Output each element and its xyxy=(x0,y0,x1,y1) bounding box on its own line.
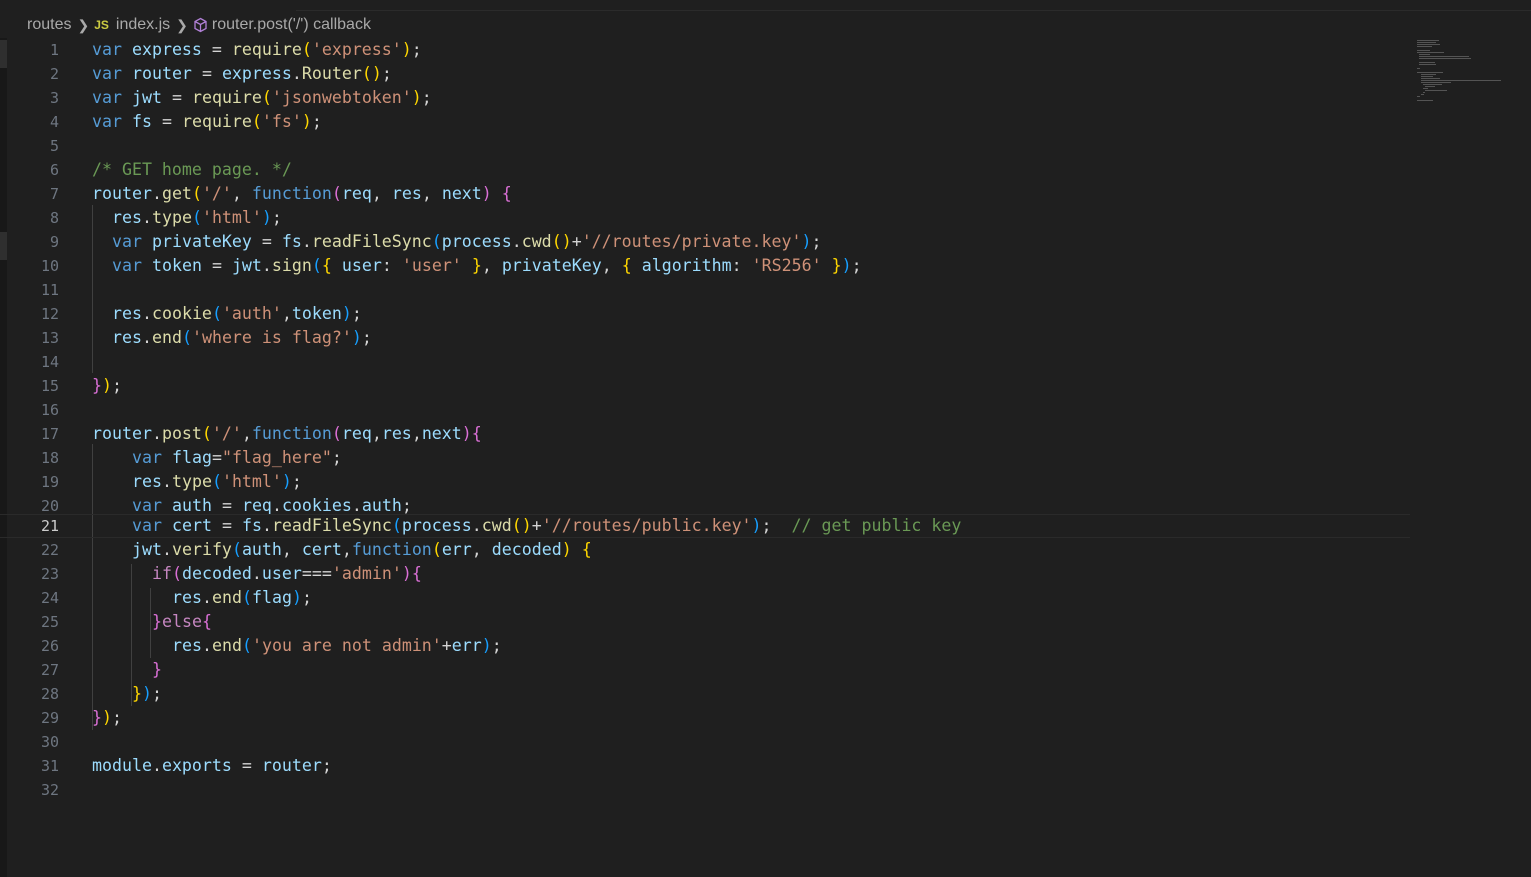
code-line[interactable]: 17 router.post('/',function(req,res,next)… xyxy=(0,422,1410,446)
code-text: var token = jwt.sign({ user: 'user' }, p… xyxy=(112,256,862,275)
code-line[interactable]: 8 res.type('html'); xyxy=(0,206,1410,230)
code-text: jwt.verify(auth, cert,function(err, deco… xyxy=(132,540,592,559)
breadcrumb: routes ❯ JS index.js ❯ router.post('/') … xyxy=(0,13,1410,37)
line-number: 10 xyxy=(40,257,59,275)
code-line[interactable]: 25 }else{ xyxy=(0,610,1410,634)
code-line[interactable]: 3 var jwt = require('jsonwebtoken'); xyxy=(0,86,1410,110)
code-text: res.type('html'); xyxy=(132,472,302,491)
breadcrumb-file[interactable]: index.js xyxy=(116,16,170,34)
code-line[interactable]: 7 router.get('/', function(req, res, next… xyxy=(0,182,1410,206)
code-text: var privateKey = fs.readFileSync(process… xyxy=(112,232,822,251)
minimap[interactable] xyxy=(1415,38,1515,118)
code-line[interactable]: 14 xyxy=(0,350,1410,374)
line-number: 21 xyxy=(40,517,59,535)
breadcrumb-symbol[interactable]: router.post('/') callback xyxy=(212,16,371,34)
code-text: res.cookie('auth',token); xyxy=(112,304,362,323)
code-text: res.end('you are not admin'+err); xyxy=(172,636,502,655)
code-line[interactable]: 9 var privateKey = fs.readFileSync(proce… xyxy=(0,230,1410,254)
code-line[interactable]: 4 var fs = require('fs'); xyxy=(0,110,1410,134)
code-text: var jwt = require('jsonwebtoken'); xyxy=(92,88,432,107)
code-text: var flag="flag_here"; xyxy=(132,448,342,467)
line-number: 23 xyxy=(40,565,59,583)
line-number: 19 xyxy=(40,473,59,491)
code-text: var router = express.Router(); xyxy=(92,64,392,83)
line-number: 15 xyxy=(40,377,59,395)
line-number: 8 xyxy=(49,209,59,227)
code-line[interactable]: 31 module.exports = router; xyxy=(0,754,1410,778)
code-text: res.end('where is flag?'); xyxy=(112,328,372,347)
code-line[interactable]: 11 xyxy=(0,278,1410,302)
symbol-method-icon xyxy=(193,17,208,33)
code-line[interactable]: 23 if(decoded.user==='admin'){ xyxy=(0,562,1410,586)
line-number: 24 xyxy=(40,589,59,607)
code-text: router.post('/',function(req,res,next){ xyxy=(92,424,482,443)
code-line[interactable]: 2 var router = express.Router(); xyxy=(0,62,1410,86)
line-number: 9 xyxy=(49,233,59,251)
line-number: 5 xyxy=(49,137,59,155)
code-line-current[interactable]: 21 var cert = fs.readFileSync(process.cw… xyxy=(0,514,1410,538)
line-number: 22 xyxy=(40,541,59,559)
code-line[interactable]: 15}); xyxy=(0,374,1410,398)
code-text: }); xyxy=(92,708,122,727)
code-line[interactable]: 24 res.end(flag); xyxy=(0,586,1410,610)
code-text: }); xyxy=(132,684,162,703)
line-number: 11 xyxy=(40,281,59,299)
line-number: 6 xyxy=(49,161,59,179)
line-number: 13 xyxy=(40,329,59,347)
code-line[interactable]: 1 var express = require('express'); xyxy=(0,38,1410,62)
code-line[interactable]: 22 jwt.verify(auth, cert,function(err, d… xyxy=(0,538,1410,562)
code-line[interactable]: 19 res.type('html'); xyxy=(0,470,1410,494)
code-line[interactable]: 28 }); xyxy=(0,682,1410,706)
code-line[interactable]: 6 /* GET home page. */ xyxy=(0,158,1410,182)
line-number: 12 xyxy=(40,305,59,323)
code-line[interactable]: 16 xyxy=(0,398,1410,422)
line-number: 26 xyxy=(40,637,59,655)
line-number: 16 xyxy=(40,401,59,419)
code-text: } xyxy=(152,660,162,679)
code-text: }); xyxy=(92,376,122,395)
code-line[interactable]: 5 xyxy=(0,134,1410,158)
breadcrumb-folder[interactable]: routes xyxy=(27,16,71,34)
line-number: 1 xyxy=(49,41,59,59)
line-number: 14 xyxy=(40,353,59,371)
code-text: router.get('/', function(req, res, next)… xyxy=(92,184,512,203)
code-editor[interactable]: 1 var express = require('express'); 2 var … xyxy=(0,38,1415,838)
javascript-file-icon: JS xyxy=(94,18,109,32)
line-number: 17 xyxy=(40,425,59,443)
code-text: module.exports = router; xyxy=(92,756,332,775)
line-number: 2 xyxy=(49,65,59,83)
code-line[interactable]: 29}); xyxy=(0,706,1410,730)
line-number: 32 xyxy=(40,781,59,799)
code-line[interactable]: 18 var flag="flag_here"; xyxy=(0,446,1410,470)
code-text: var cert = fs.readFileSync(process.cwd()… xyxy=(132,516,962,535)
code-line[interactable]: 32 xyxy=(0,778,1410,802)
code-text: res.type('html'); xyxy=(112,208,282,227)
code-line[interactable]: 26 res.end('you are not admin'+err); xyxy=(0,634,1410,658)
line-number: 31 xyxy=(40,757,59,775)
code-line[interactable]: 12 res.cookie('auth',token); xyxy=(0,302,1410,326)
chevron-right-icon: ❯ xyxy=(77,16,90,33)
tab-bar-edge xyxy=(0,0,1531,11)
line-number: 25 xyxy=(40,613,59,631)
code-line[interactable]: 13 res.end('where is flag?'); xyxy=(0,326,1410,350)
code-text: res.end(flag); xyxy=(172,588,312,607)
line-number: 29 xyxy=(40,709,59,727)
line-number: 3 xyxy=(49,89,59,107)
line-number: 30 xyxy=(40,733,59,751)
line-number: 28 xyxy=(40,685,59,703)
code-text: /* GET home page. */ xyxy=(92,160,292,179)
line-number: 7 xyxy=(49,185,59,203)
chevron-right-icon: ❯ xyxy=(176,16,188,33)
code-line[interactable]: 10 var token = jwt.sign({ user: 'user' }… xyxy=(0,254,1410,278)
code-line[interactable]: 27 } xyxy=(0,658,1410,682)
code-line[interactable]: 30 xyxy=(0,730,1410,754)
code-text: var fs = require('fs'); xyxy=(92,112,322,131)
line-number: 18 xyxy=(40,449,59,467)
code-text: if(decoded.user==='admin'){ xyxy=(152,564,422,583)
line-number: 4 xyxy=(49,113,59,131)
line-number: 27 xyxy=(40,661,59,679)
code-text: var express = require('express'); xyxy=(92,40,422,59)
code-text: }else{ xyxy=(152,612,212,631)
